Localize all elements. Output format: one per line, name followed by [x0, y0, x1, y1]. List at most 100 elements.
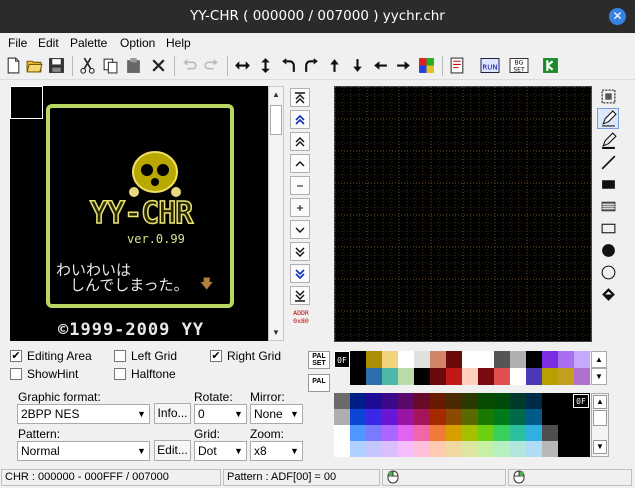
- palette-color-bottom[interactable]: [462, 368, 478, 385]
- color-picker-grid[interactable]: [334, 393, 590, 457]
- color-grid-cell[interactable]: [526, 425, 542, 441]
- palette-color-bottom[interactable]: [414, 368, 430, 385]
- color-grid-cell[interactable]: [366, 409, 382, 425]
- color-grid-cell[interactable]: [382, 393, 398, 409]
- cut-icon[interactable]: [77, 55, 98, 76]
- color-grid-cell[interactable]: [414, 425, 430, 441]
- color-grid-cell[interactable]: [430, 409, 446, 425]
- run-icon[interactable]: RUN: [478, 55, 502, 76]
- color-grid-cell[interactable]: [462, 409, 478, 425]
- shift-down-icon[interactable]: [347, 55, 368, 76]
- rotate-left-icon[interactable]: [278, 55, 299, 76]
- color-grid-cell[interactable]: [510, 409, 526, 425]
- document-view-icon[interactable]: [447, 55, 468, 76]
- palette-color-icon[interactable]: [416, 55, 437, 76]
- redo-icon[interactable]: [201, 55, 222, 76]
- line-tool-icon[interactable]: [597, 152, 619, 173]
- palette-color-top[interactable]: [574, 351, 590, 368]
- palette-scroll-up-icon[interactable]: ▲: [591, 351, 607, 368]
- editing-area-checkbox[interactable]: ✔ Editing Area: [10, 349, 92, 363]
- palette-color-top[interactable]: [478, 351, 494, 368]
- color-grid-cell[interactable]: [398, 425, 414, 441]
- info-button[interactable]: Info...: [154, 403, 191, 424]
- palette-color-bottom[interactable]: [494, 368, 510, 385]
- palette-color-top[interactable]: [526, 351, 542, 368]
- palette-color-bottom[interactable]: [446, 368, 462, 385]
- pen-tool-icon[interactable]: [597, 130, 619, 151]
- jump-top-icon[interactable]: [290, 88, 310, 107]
- pencil-tool-icon[interactable]: [597, 108, 619, 129]
- color-grid-cell[interactable]: [350, 441, 366, 457]
- pal-set-button[interactable]: PAL SET: [308, 351, 330, 369]
- fill-bucket-tool-icon[interactable]: [597, 284, 619, 305]
- delete-icon[interactable]: [148, 55, 169, 76]
- row-up-icon[interactable]: [290, 154, 310, 173]
- color-grid-cell[interactable]: [462, 393, 478, 409]
- palette-color-bottom[interactable]: [430, 368, 446, 385]
- color-grid-cell[interactable]: [350, 409, 366, 425]
- grid-select[interactable]: Dot ▼: [194, 441, 247, 461]
- palette-color-bottom[interactable]: [542, 368, 558, 385]
- palette-color-top[interactable]: [446, 351, 462, 368]
- palette-color-bottom[interactable]: [526, 368, 542, 385]
- color-grid-cell[interactable]: [542, 425, 558, 441]
- color-grid-cell[interactable]: [494, 409, 510, 425]
- color-grid-cell[interactable]: [446, 409, 462, 425]
- shift-right-icon[interactable]: [393, 55, 414, 76]
- color-grid-cell[interactable]: [574, 425, 590, 441]
- address-indicator[interactable]: ADDR 0x80: [290, 309, 312, 325]
- color-grid-cell[interactable]: [366, 393, 382, 409]
- palette-color-bottom[interactable]: [382, 368, 398, 385]
- menu-option[interactable]: Option: [120, 36, 155, 50]
- select-tool-icon[interactable]: [597, 86, 619, 107]
- palette-strip[interactable]: 0F172839: [334, 351, 590, 385]
- menu-help[interactable]: Help: [166, 36, 191, 50]
- jump-bottom-icon[interactable]: [290, 286, 310, 305]
- palette-color-top[interactable]: [382, 351, 398, 368]
- color-grid-cell[interactable]: [542, 393, 558, 409]
- color-grid-cell[interactable]: [558, 425, 574, 441]
- menu-edit[interactable]: Edit: [38, 36, 59, 50]
- palette-color-bottom[interactable]: [510, 368, 526, 385]
- show-hint-checkbox[interactable]: ShowHint: [10, 367, 78, 381]
- color-grid-cell[interactable]: [334, 441, 350, 457]
- close-button[interactable]: ✕: [609, 8, 626, 25]
- save-icon[interactable]: [46, 55, 67, 76]
- palette-color-bottom[interactable]: [398, 368, 414, 385]
- color-grid-cell[interactable]: [478, 441, 494, 457]
- flip-horizontal-icon[interactable]: [232, 55, 253, 76]
- color-grid-cell[interactable]: [334, 409, 350, 425]
- pattern-select[interactable]: Normal ▼: [17, 441, 150, 461]
- open-folder-icon[interactable]: [24, 55, 45, 76]
- color-grid-scrollbar[interactable]: ▲ ▼: [591, 393, 609, 457]
- color-grid-cell[interactable]: [526, 393, 542, 409]
- color-grid-cell[interactable]: [510, 441, 526, 457]
- color-scroll-down-icon[interactable]: ▼: [593, 440, 607, 454]
- color-grid-cell[interactable]: [558, 441, 574, 457]
- shift-up-icon[interactable]: [324, 55, 345, 76]
- color-grid-cell[interactable]: [446, 441, 462, 457]
- palette-color-bottom[interactable]: [574, 368, 590, 385]
- color-grid-cell[interactable]: [350, 393, 366, 409]
- page-down-fast-icon[interactable]: [290, 264, 310, 283]
- chr-preview-pane[interactable]: YY-CHR ver.0.99 わいわいは しんでしまった。 🡇 ©1999-2…: [10, 86, 268, 341]
- color-scroll-up-icon[interactable]: ▲: [593, 395, 607, 409]
- color-grid-cell[interactable]: [350, 425, 366, 441]
- palette-color-top[interactable]: [494, 351, 510, 368]
- preview-scrollbar[interactable]: ▲ ▼: [268, 86, 284, 341]
- scroll-down-icon[interactable]: ▼: [269, 326, 283, 340]
- color-grid-cell[interactable]: [494, 441, 510, 457]
- color-grid-cell[interactable]: [574, 441, 590, 457]
- palette-color-top[interactable]: [398, 351, 414, 368]
- palette-color-top[interactable]: [430, 351, 446, 368]
- color-grid-cell[interactable]: [542, 441, 558, 457]
- page-up-fast-icon[interactable]: [290, 110, 310, 129]
- color-grid-cell[interactable]: [478, 409, 494, 425]
- halftone-rect-tool-icon[interactable]: [597, 196, 619, 217]
- color-grid-cell[interactable]: [382, 409, 398, 425]
- left-grid-checkbox[interactable]: Left Grid: [114, 349, 177, 363]
- palette-color-top[interactable]: [350, 351, 366, 368]
- new-file-icon[interactable]: [3, 55, 24, 76]
- copy-icon[interactable]: [100, 55, 121, 76]
- palette-color-top[interactable]: [558, 351, 574, 368]
